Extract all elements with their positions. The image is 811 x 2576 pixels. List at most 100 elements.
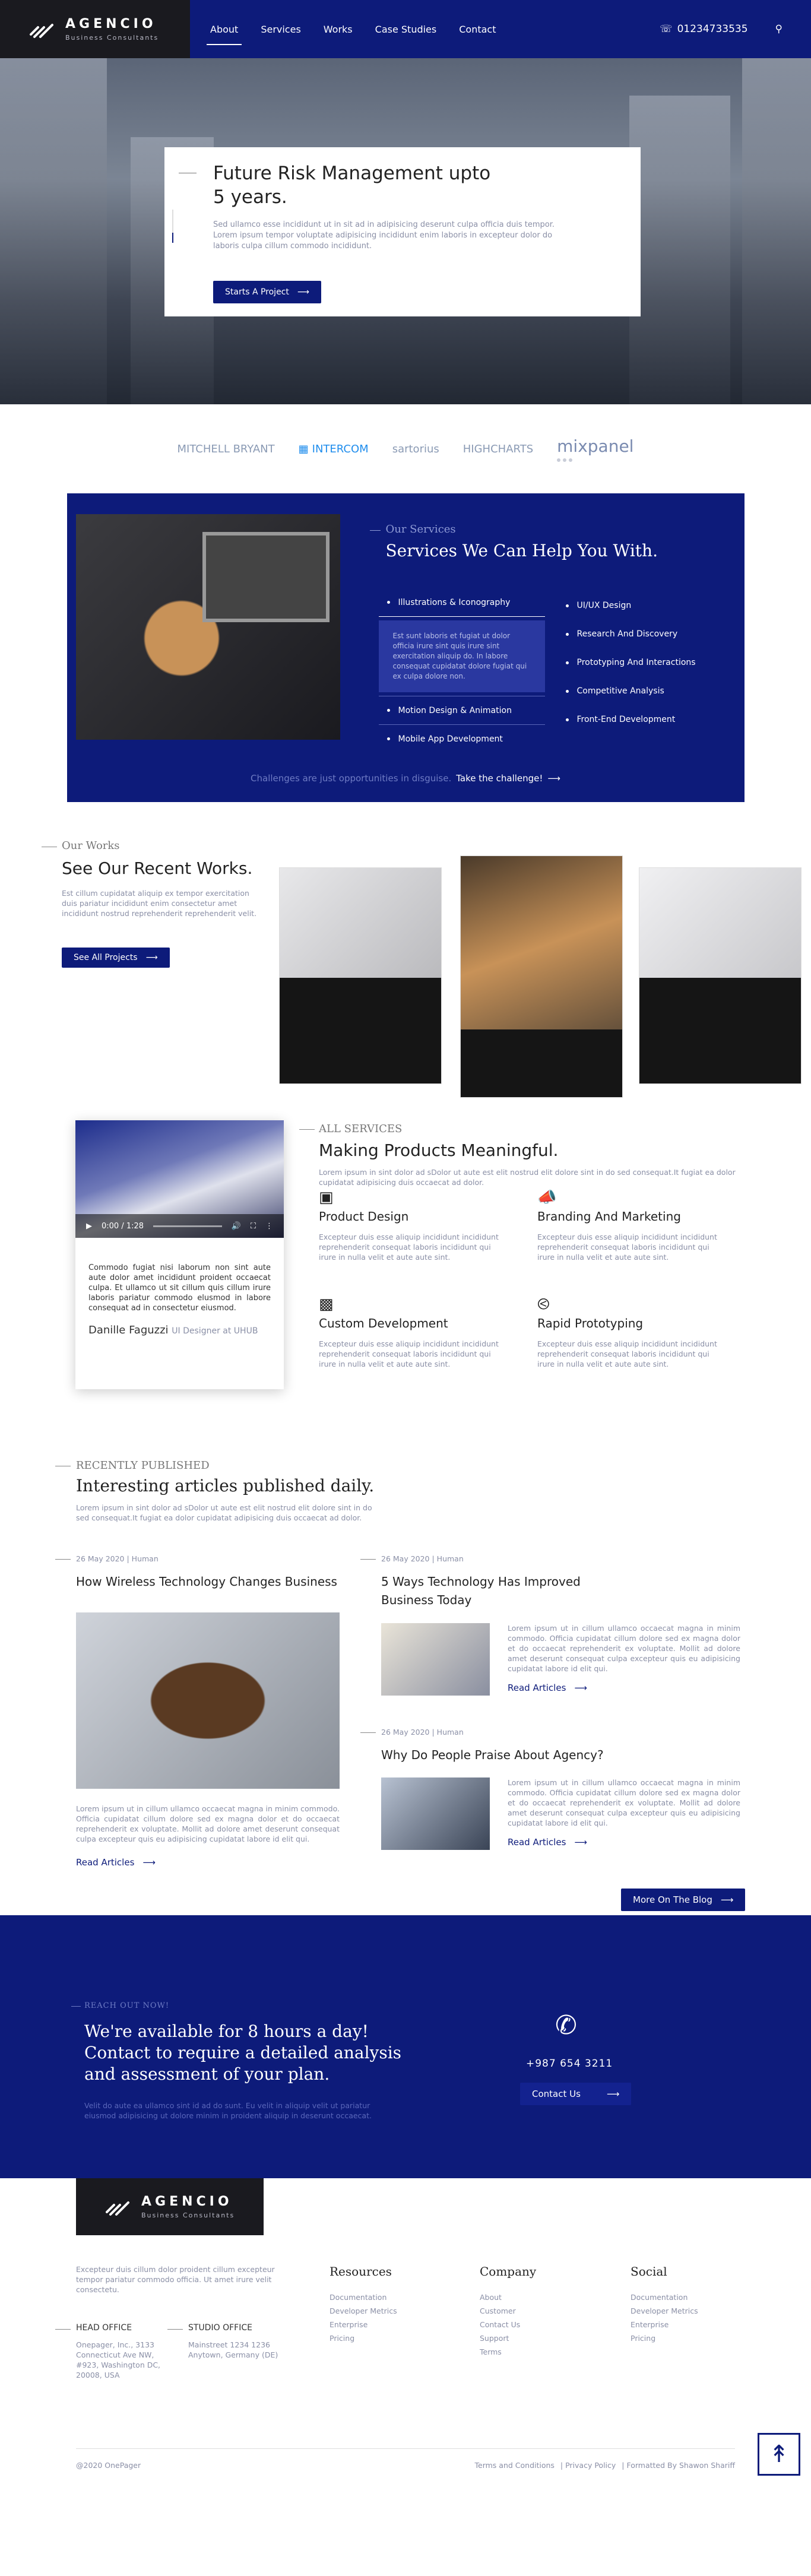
hero-text: Sed ullamco esse incididunt ut in sit ad… — [213, 220, 555, 251]
logo[interactable]: AGENCIO Business Consultants — [0, 0, 190, 58]
take-challenge-link[interactable]: Take the challenge! — [456, 773, 543, 784]
footer-link[interactable]: Customer — [480, 2304, 536, 2318]
footer-link[interactable]: Developer Metrics — [330, 2304, 397, 2318]
nav-works[interactable]: Works — [324, 0, 353, 58]
feature-title: Custom Development — [319, 1316, 448, 1330]
office-title: STUDIO OFFICE — [188, 2323, 252, 2333]
footer-link[interactable]: Enterprise — [330, 2318, 397, 2331]
hero-accent-bar — [172, 210, 173, 243]
start-project-button[interactable]: Starts A Project ⟶ — [213, 281, 321, 303]
more-on-blog-button[interactable]: More On The Blog ⟶ — [621, 1889, 746, 1911]
header-phone[interactable]: ☏ 01234733535 — [660, 23, 747, 35]
client-logo-label: mixpanel — [557, 436, 634, 456]
service-description: Est sunt laboris et fugiat ut dolor offi… — [378, 620, 545, 692]
service-item[interactable]: Motion Design & Animation — [378, 696, 545, 724]
services-title: Services We Can Help You With. — [385, 541, 658, 560]
client-logo-label: INTERCOM — [312, 442, 369, 455]
nav-services[interactable]: Services — [261, 0, 300, 58]
brand-name: AGENCIO — [65, 17, 157, 31]
play-icon[interactable]: ▶ — [86, 1222, 92, 1231]
footer-brand-name: AGENCIO — [141, 2194, 233, 2209]
feature-text: Excepteur duis esse aliquip incididunt i… — [537, 1232, 717, 1262]
more-options-icon[interactable]: ⋮ — [265, 1222, 273, 1231]
work-overlay — [280, 978, 441, 1083]
contact-us-button[interactable]: Contact Us ⟶ — [520, 2083, 632, 2105]
client-logo: HIGHCHARTS — [462, 442, 534, 455]
post-meta-line — [360, 1732, 376, 1733]
service-item[interactable]: Illustrations & Iconography — [378, 588, 545, 617]
footer-bottom-links: Terms and Conditions | Privacy Policy | … — [474, 2461, 736, 2470]
footer-logo[interactable]: AGENCIO Business Consultants — [76, 2178, 264, 2235]
footer-link[interactable]: Terms — [480, 2345, 536, 2359]
blog-label: RECENTLY PUBLISHED — [76, 1459, 210, 1472]
service-item[interactable]: Front-End Development — [566, 705, 726, 734]
image-icon: ▣ — [319, 1189, 334, 1206]
read-articles-label: Read Articles — [508, 1837, 566, 1848]
footer-link[interactable]: Support — [480, 2331, 536, 2345]
scroll-to-top-button[interactable]: ↟ — [758, 2433, 800, 2476]
privacy-link[interactable]: Privacy Policy — [565, 2461, 616, 2470]
author-role: UI Designer at UHUB — [172, 1326, 258, 1336]
arrow-right-icon: ⟶ — [547, 773, 560, 784]
nav-about[interactable]: About — [206, 0, 242, 58]
footer-text: Excepteur duis cillum dolor proident cil… — [76, 2265, 275, 2294]
nav-contact[interactable]: Contact — [459, 0, 496, 58]
cta-phone-number[interactable]: +987 654 3211 — [526, 2058, 613, 2070]
post-title[interactable]: Why Do People Praise About Agency? — [381, 1746, 631, 1764]
read-articles-link[interactable]: Read Articles ⟶ — [508, 1683, 587, 1693]
search-icon[interactable]: ⚲ — [775, 23, 783, 35]
post-image[interactable] — [76, 1612, 340, 1789]
arrow-right-icon: ⟶ — [142, 1857, 156, 1868]
footer-link[interactable]: Contact Us — [480, 2318, 536, 2331]
feature-text: Excepteur duis esse aliquip incididunt i… — [537, 1339, 717, 1368]
hero-building — [629, 96, 730, 404]
post-text: Lorem ipsum ut in cillum ullamco occaeca… — [508, 1624, 740, 1673]
read-articles-link[interactable]: Read Articles ⟶ — [76, 1857, 156, 1868]
see-all-projects-button[interactable]: See All Projects ⟶ — [62, 948, 170, 968]
code-icon: ▩ — [319, 1295, 334, 1313]
service-item[interactable]: UI/UX Design — [566, 591, 726, 620]
post-thumbnail[interactable] — [381, 1777, 490, 1850]
read-articles-link[interactable]: Read Articles ⟶ — [508, 1837, 587, 1848]
studio-office: STUDIO OFFICE Mainstreet 1234 1236 Anyto… — [188, 2323, 289, 2360]
arrow-right-icon: ⟶ — [574, 1683, 587, 1693]
service-item[interactable]: Competitive Analysis — [566, 677, 726, 705]
brand-tagline: Business Consultants — [65, 34, 159, 42]
video-player[interactable]: ▶ 0:00 / 1:28 🔊 ⛶ ⋮ — [75, 1120, 284, 1238]
services-footer: Challenges are just opportunities in dis… — [67, 755, 745, 802]
phone-icon: ✆ — [555, 2010, 577, 2040]
footer-link[interactable]: Documentation — [631, 2290, 698, 2304]
footer-link[interactable]: Documentation — [330, 2290, 397, 2304]
office-title: HEAD OFFICE — [76, 2323, 132, 2333]
post-thumbnail[interactable] — [381, 1623, 490, 1696]
footer-link[interactable]: Developer Metrics — [631, 2304, 698, 2318]
work-item[interactable] — [279, 867, 442, 1084]
footer-link[interactable]: About — [480, 2290, 536, 2304]
service-item[interactable]: Research And Discovery — [566, 620, 726, 648]
footer-link[interactable]: Pricing — [330, 2331, 397, 2345]
footer-column-title: Company — [480, 2264, 537, 2279]
post-title[interactable]: How Wireless Technology Changes Business — [76, 1573, 340, 1591]
feature-text: Excepteur duis esse aliquip incididunt i… — [319, 1232, 499, 1262]
volume-icon[interactable]: 🔊 — [232, 1222, 241, 1231]
post-title[interactable]: 5 Ways Technology Has Improved Business … — [381, 1573, 583, 1609]
contact-cta-section: REACH OUT NOW! We're available for 8 hou… — [0, 1915, 811, 2178]
work-item[interactable] — [460, 856, 623, 1098]
footer-link[interactable]: Enterprise — [631, 2318, 698, 2331]
footer-link[interactable]: Pricing — [631, 2331, 698, 2345]
nav-case-studies[interactable]: Case Studies — [375, 0, 437, 58]
office-address: Mainstreet 1234 1236 Anytown, Germany (D… — [188, 2340, 278, 2359]
terms-link[interactable]: Terms and Conditions — [475, 2461, 555, 2470]
video-progress-bar[interactable] — [153, 1225, 222, 1227]
author-name: Danille Faguzzi — [88, 1324, 169, 1336]
fullscreen-icon[interactable]: ⛶ — [251, 1222, 256, 1231]
feature-product-design: ▣ Product Design Excepteur duis esse ali… — [319, 1188, 533, 1262]
work-item[interactable] — [639, 867, 802, 1084]
post-text: Lorem ipsum ut in cillum ullamco occaeca… — [508, 1778, 740, 1827]
feature-title: Rapid Prototyping — [537, 1316, 644, 1330]
formatted-by-link[interactable]: Formatted By Shawon Shariff — [626, 2461, 735, 2470]
service-item[interactable]: Prototyping And Interactions — [566, 648, 726, 677]
service-item[interactable]: Mobile App Development — [378, 724, 545, 753]
site-footer: AGENCIO Business Consultants Excepteur d… — [0, 2178, 811, 2502]
copyright: @2020 OnePager — [76, 2461, 141, 2470]
